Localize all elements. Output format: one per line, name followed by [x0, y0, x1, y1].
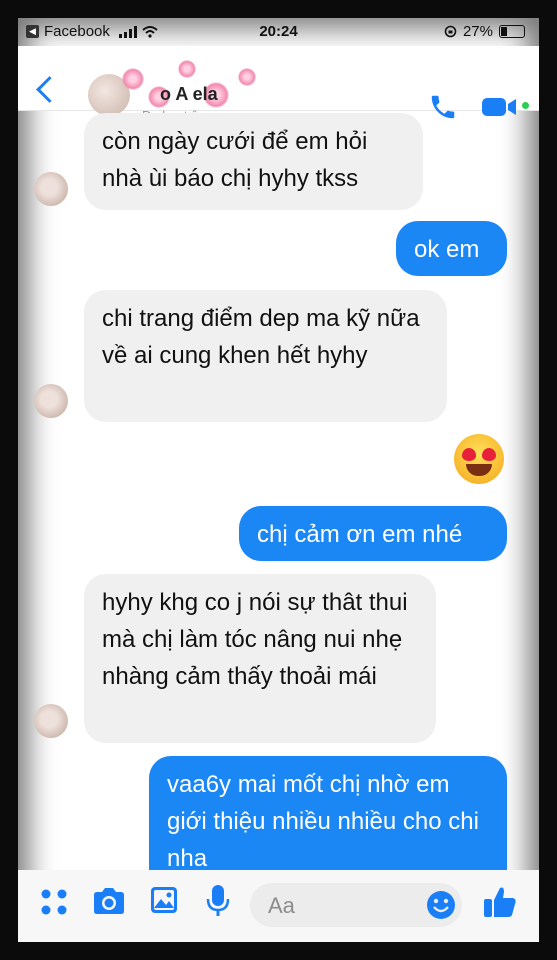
sender-avatar[interactable] — [34, 172, 68, 206]
battery-icon — [499, 25, 525, 38]
sender-avatar[interactable] — [34, 704, 68, 738]
message-composer — [18, 870, 539, 942]
rotation-lock-icon — [444, 25, 457, 38]
message-bubble-outgoing[interactable]: chị cảm ơn em nhé — [239, 506, 507, 561]
heart-eye-icon — [462, 448, 476, 461]
battery-percent: 27% — [462, 23, 493, 40]
flower-sticker-icon — [178, 60, 196, 78]
emoji-picker-icon[interactable] — [426, 890, 456, 920]
photo-gallery-icon[interactable] — [149, 885, 179, 915]
camera-icon[interactable] — [92, 887, 126, 915]
message-bubble-incoming[interactable]: còn ngày cưới để em hỏi nhà ùi báo chị h… — [84, 113, 423, 210]
message-bubble-outgoing[interactable]: ok em — [396, 221, 507, 276]
status-bar: ◀ Facebook 20:24 27% — [18, 18, 539, 46]
heart-eye-icon — [482, 448, 496, 461]
heart-eyes-emoji[interactable] — [454, 434, 504, 484]
sender-avatar[interactable] — [34, 384, 68, 418]
back-chevron-icon[interactable] — [36, 76, 63, 103]
video-call-icon[interactable] — [482, 96, 518, 118]
phone-call-icon[interactable] — [428, 92, 458, 122]
flower-sticker-icon — [238, 68, 256, 86]
online-indicator — [522, 102, 529, 109]
message-input-container[interactable] — [250, 883, 462, 929]
more-apps-icon[interactable] — [40, 888, 68, 916]
message-input[interactable] — [266, 883, 420, 929]
microphone-icon[interactable] — [206, 884, 230, 918]
screenshot-frame: ◀ Facebook 20:24 27% o A ela còn ngày cư… — [18, 18, 539, 942]
flower-sticker-icon — [122, 68, 144, 90]
status-right: 27% — [444, 23, 525, 40]
message-bubble-incoming[interactable]: hyhy khg co j nói sự thât thui mà chị là… — [84, 574, 436, 743]
contact-name[interactable]: o A ela — [160, 84, 218, 105]
message-bubble-incoming[interactable]: chi trang điểm dep ma kỹ nữa về ai cung … — [84, 290, 447, 422]
thumbs-up-like-icon[interactable] — [482, 884, 518, 920]
chat-header: o A ela Đa hoạt ộng — [18, 46, 539, 123]
smile-mouth — [466, 464, 492, 476]
